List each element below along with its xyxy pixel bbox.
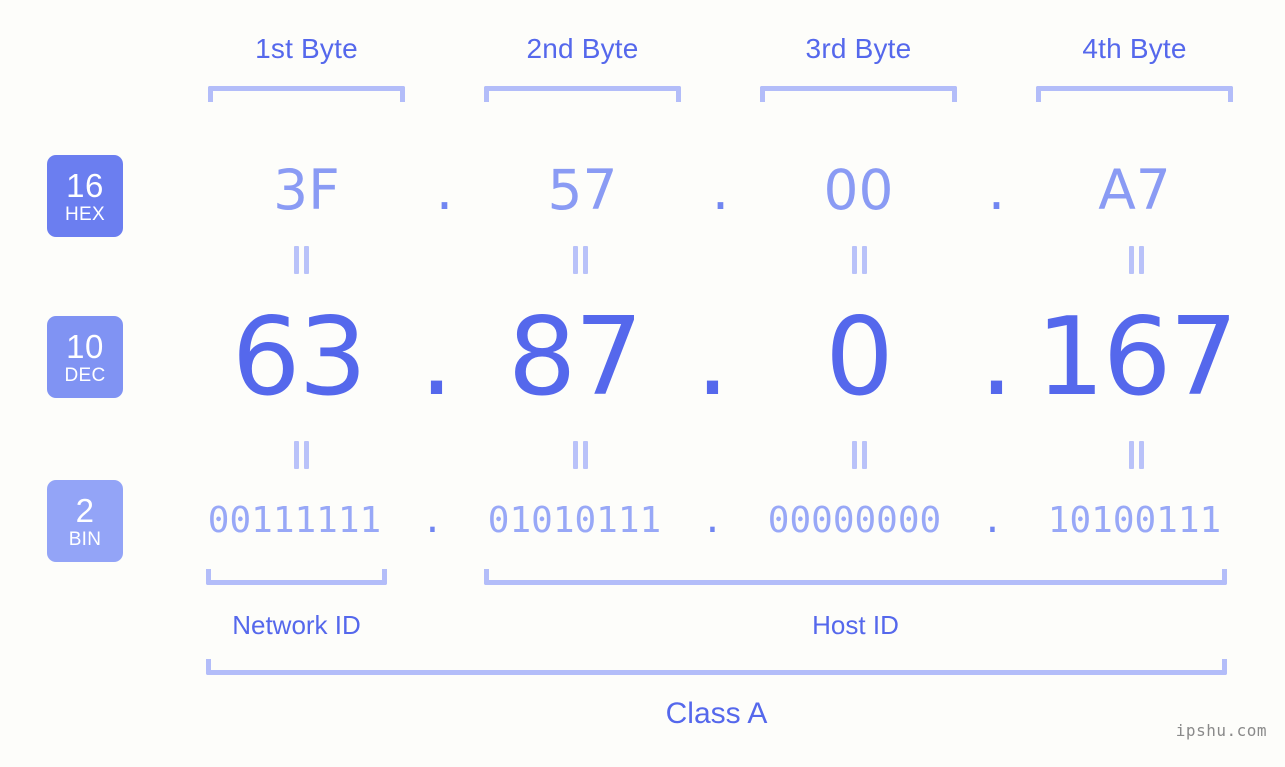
base-badge-hex: 16 HEX [47, 155, 123, 237]
dec-byte-2: 87 [507, 295, 643, 420]
byte-bracket-4 [1036, 86, 1233, 102]
base-badge-hex-number: 16 [66, 166, 104, 204]
base-badge-bin-name: BIN [68, 528, 102, 550]
equals-mark-dec-bin-3 [849, 441, 869, 469]
dec-byte-4: 167 [1036, 295, 1238, 420]
base-badge-hex-name: HEX [65, 203, 105, 225]
bin-separator-3: . [981, 500, 1004, 541]
bin-separator-1: . [421, 500, 444, 541]
class-bracket [206, 659, 1227, 675]
dec-byte-1: 63 [231, 295, 367, 420]
network-id-label: Network ID [232, 610, 361, 640]
host-id-label: Host ID [812, 610, 899, 640]
equals-mark-hex-dec-2 [570, 246, 590, 274]
hex-separator-1: . [435, 158, 454, 222]
dec-separator-3: . [979, 295, 1014, 420]
equals-mark-hex-dec-4 [1126, 246, 1146, 274]
bin-byte-4: 10100111 [1047, 500, 1222, 541]
class-label: Class A [665, 697, 768, 730]
hex-separator-2: . [711, 158, 730, 222]
byte-bracket-2 [484, 86, 681, 102]
bin-byte-2: 01010111 [487, 500, 662, 541]
base-badge-bin-number: 2 [75, 491, 95, 529]
network-id-bracket [206, 569, 387, 585]
watermark: ipshu.com [1175, 721, 1267, 740]
byte-header-label-4: 4th Byte [1082, 33, 1187, 64]
byte-bracket-3 [760, 86, 957, 102]
host-id-bracket [484, 569, 1227, 585]
equals-mark-hex-dec-3 [849, 246, 869, 274]
dec-separator-2: . [695, 295, 730, 420]
byte-header-label-3: 3rd Byte [805, 33, 912, 64]
base-badge-bin: 2 BIN [47, 480, 123, 562]
hex-byte-4: A7 [1098, 158, 1171, 222]
byte-bracket-1 [208, 86, 405, 102]
equals-mark-dec-bin-4 [1126, 441, 1146, 469]
bin-byte-3: 00000000 [767, 500, 942, 541]
hex-byte-3: 00 [823, 158, 894, 222]
base-badge-dec-number: 10 [66, 327, 104, 365]
bin-separator-2: . [701, 500, 724, 541]
ip-breakdown-diagram: 1st Byte 2nd Byte 3rd Byte 4th Byte 16 H… [0, 0, 1285, 767]
byte-header-label-1: 1st Byte [255, 33, 358, 64]
equals-mark-hex-dec-1 [291, 246, 311, 274]
dec-separator-1: . [419, 295, 454, 420]
equals-mark-dec-bin-2 [570, 441, 590, 469]
equals-mark-dec-bin-1 [291, 441, 311, 469]
bin-byte-1: 00111111 [207, 500, 382, 541]
hex-byte-1: 3F [273, 158, 340, 222]
base-badge-dec: 10 DEC [47, 316, 123, 398]
dec-byte-3: 0 [825, 295, 894, 420]
byte-header-label-2: 2nd Byte [526, 33, 639, 64]
hex-byte-2: 57 [547, 158, 618, 222]
hex-separator-3: . [987, 158, 1006, 222]
base-badge-dec-name: DEC [64, 364, 106, 386]
